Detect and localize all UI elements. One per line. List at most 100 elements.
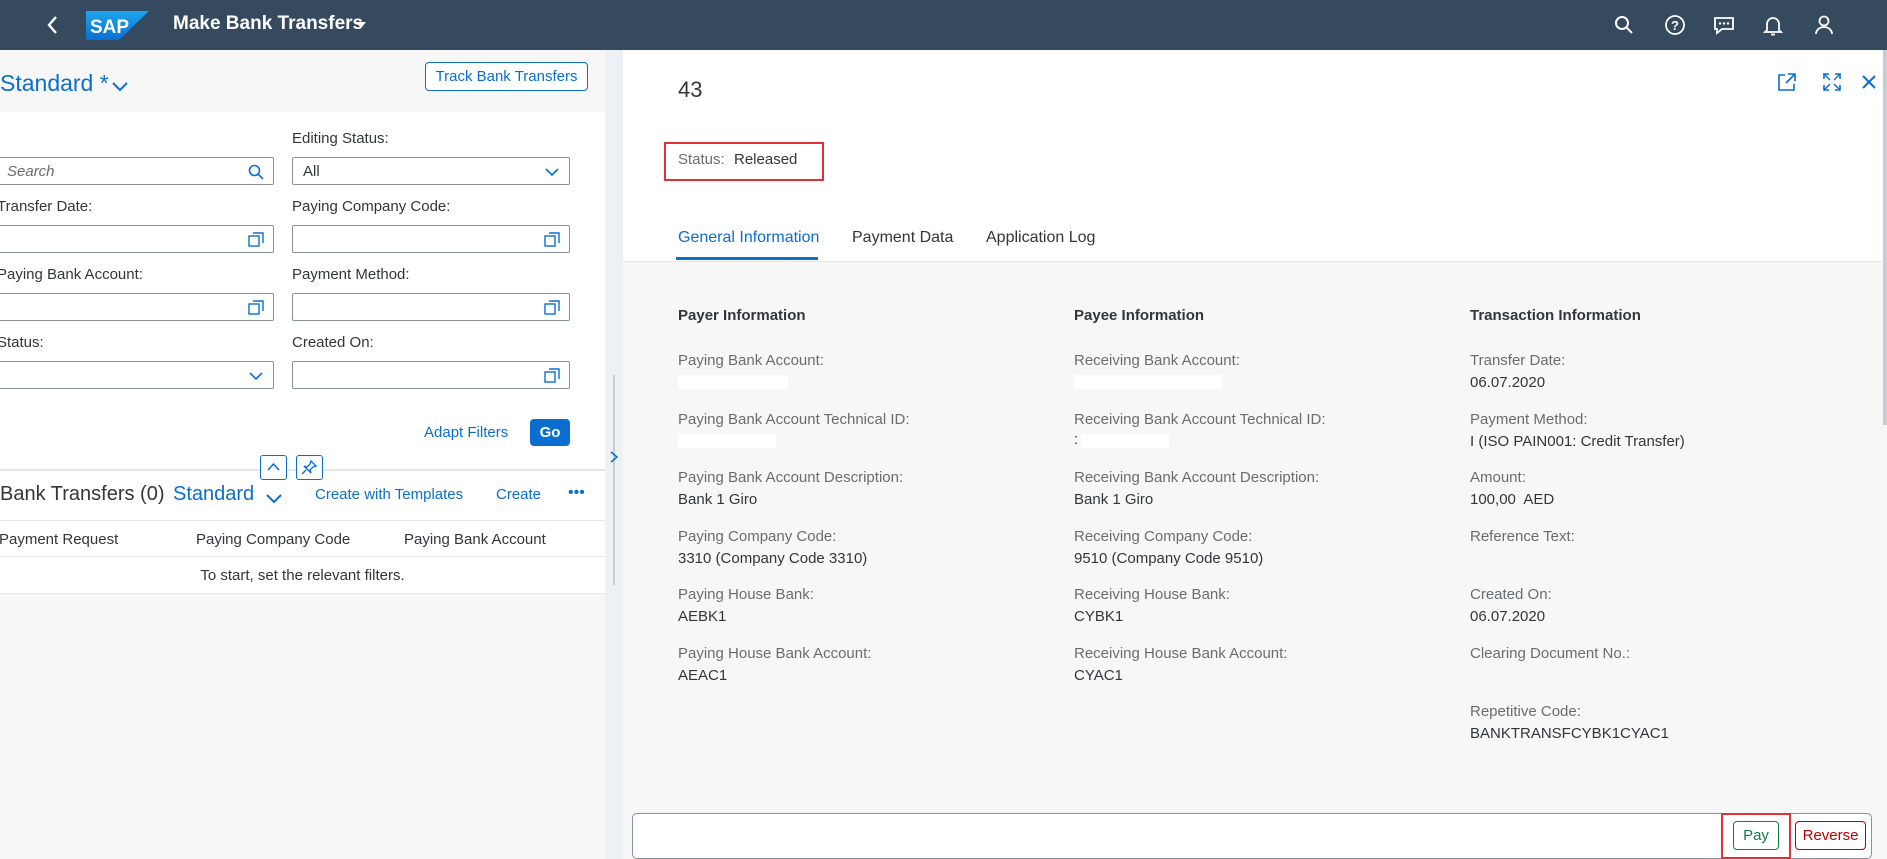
collapse-header-button[interactable]: [260, 455, 287, 480]
value-help-icon[interactable]: [543, 367, 561, 385]
open-in-new-window-icon[interactable]: [1776, 71, 1798, 93]
redacted-value: [1074, 375, 1222, 389]
created-on-label: Created On:: [1470, 586, 1552, 603]
search-icon[interactable]: [1612, 13, 1636, 37]
created-on-label: Created On:: [292, 334, 374, 351]
fullscreen-icon[interactable]: [1821, 71, 1843, 93]
paying-bank-account-description-label: Paying Bank Account Description:: [678, 469, 904, 486]
paying-company-code-field[interactable]: [292, 225, 570, 253]
column-header-paying-bank-account[interactable]: Paying Bank Account: [404, 531, 546, 548]
app-title[interactable]: Make Bank Transfers: [173, 13, 363, 35]
paying-bank-account-label: Paying Bank Account:: [678, 352, 824, 369]
value-help-icon[interactable]: [247, 231, 265, 249]
status-filter-label: Status:: [0, 334, 44, 351]
footer-toolbar: [632, 813, 1872, 859]
notifications-icon[interactable]: [1761, 13, 1785, 37]
amount-label: Amount:: [1470, 469, 1526, 486]
transfer-date-label: Transfer Date:: [0, 198, 93, 215]
paying-house-bank-value: AEBK1: [678, 608, 727, 625]
track-bank-transfers-button[interactable]: Track Bank Transfers: [425, 62, 588, 91]
tab-payment-data[interactable]: Payment Data: [852, 229, 953, 247]
create-with-templates-button[interactable]: Create with Templates: [315, 486, 463, 503]
paying-company-code-label: Paying Company Code:: [678, 528, 837, 545]
receiving-house-bank-account-value: CYAC1: [1074, 667, 1123, 684]
pay-button[interactable]: Pay: [1733, 821, 1779, 850]
shell-bar: SAP Make Bank Transfers ?: [0, 0, 1887, 50]
paying-house-bank-label: Paying House Bank:: [678, 586, 814, 603]
svg-text:SAP: SAP: [90, 17, 129, 38]
payee-section-title: Payee Information: [1074, 307, 1205, 324]
editing-status-select[interactable]: All: [292, 157, 570, 185]
chevron-down-icon[interactable]: [264, 488, 284, 508]
tab-application-log[interactable]: Application Log: [986, 229, 1095, 247]
paying-company-code-label: Paying Company Code:: [292, 198, 451, 215]
pin-header-button[interactable]: [296, 455, 323, 480]
receiving-company-code-label: Receiving Company Code:: [1074, 528, 1253, 545]
help-icon[interactable]: ?: [1663, 13, 1687, 37]
created-on-field[interactable]: [292, 361, 570, 389]
tab-active-indicator: [676, 257, 818, 260]
table-variant[interactable]: Standard: [173, 483, 254, 506]
repetitive-code-label: Repetitive Code:: [1470, 703, 1581, 720]
list-report-panel: Standard * Track Bank Transfers Search E…: [0, 50, 605, 859]
paying-bank-account-field[interactable]: [0, 293, 274, 321]
receiving-bank-account-description-label: Receiving Bank Account Description:: [1074, 469, 1320, 486]
payment-method-field[interactable]: [292, 293, 570, 321]
sap-logo[interactable]: SAP: [86, 11, 149, 40]
paying-bank-account-technical-id-label: Paying Bank Account Technical ID:: [678, 411, 910, 428]
receiving-house-bank-account-label: Receiving House Bank Account:: [1074, 645, 1288, 662]
table-header: Payment Request Paying Company Code Payi…: [0, 520, 605, 557]
transfer-date-field[interactable]: [0, 225, 274, 253]
receiving-bank-account-label: Receiving Bank Account:: [1074, 352, 1240, 369]
receiving-bank-account-technical-id-label: Receiving Bank Account Technical ID:: [1074, 411, 1326, 428]
column-header-payment-request[interactable]: Payment Request: [0, 531, 118, 548]
transfer-date-label: Transfer Date:: [1470, 352, 1566, 369]
receiving-house-bank-label: Receiving House Bank:: [1074, 586, 1230, 603]
paying-house-bank-account-value: AEAC1: [678, 667, 728, 684]
payment-method-label: Payment Method:: [292, 266, 410, 283]
chevron-right-icon[interactable]: [608, 450, 620, 464]
layout-splitter[interactable]: [605, 50, 623, 859]
go-button[interactable]: Go: [530, 419, 570, 446]
more-options-button[interactable]: •••: [568, 484, 585, 502]
splitter-bar[interactable]: [613, 375, 615, 585]
caret-down-icon[interactable]: [354, 18, 368, 32]
value-help-icon[interactable]: [247, 299, 265, 317]
variant-title[interactable]: Standard *: [0, 70, 109, 97]
object-page: 43 Status: Released General Information …: [623, 50, 1887, 859]
pin-icon: [301, 459, 318, 475]
value-help-icon[interactable]: [543, 231, 561, 249]
redacted-value: [678, 375, 788, 389]
chevron-down-icon[interactable]: [543, 163, 561, 181]
reference-text-label: Reference Text:: [1470, 528, 1575, 545]
status-value: Released: [734, 151, 798, 168]
create-button[interactable]: Create: [496, 486, 541, 503]
search-input[interactable]: Search: [0, 157, 274, 185]
table-body: [0, 594, 605, 859]
scrollbar[interactable]: [1883, 50, 1887, 425]
receiving-bank-account-technical-id-value: :: [1074, 431, 1079, 448]
back-icon[interactable]: [42, 13, 64, 37]
paying-bank-account-label: Paying Bank Account:: [0, 266, 143, 283]
value-help-icon[interactable]: [543, 299, 561, 317]
clearing-document-label: Clearing Document No.:: [1470, 645, 1631, 662]
feedback-icon[interactable]: [1712, 13, 1736, 37]
repetitive-code-value: BANKTRANSFCYBK1CYAC1: [1470, 725, 1669, 742]
chevron-down-icon[interactable]: [110, 76, 130, 96]
paying-bank-account-description-value: Bank 1 Giro: [678, 491, 758, 508]
column-header-paying-company-code[interactable]: Paying Company Code: [196, 531, 350, 548]
chevron-down-icon[interactable]: [247, 367, 265, 385]
tab-general-information[interactable]: General Information: [678, 229, 819, 247]
status-select[interactable]: [0, 361, 274, 389]
transfer-date-value: 06.07.2020: [1470, 374, 1546, 391]
close-icon[interactable]: [1858, 71, 1880, 93]
payment-method-value: I (ISO PAIN001: Credit Transfer): [1470, 433, 1685, 450]
search-icon[interactable]: [247, 163, 265, 181]
adapt-filters-button[interactable]: Adapt Filters: [424, 424, 508, 441]
chevron-up-icon: [267, 462, 280, 471]
reverse-button[interactable]: Reverse: [1795, 821, 1866, 850]
receiving-bank-account-description-value: Bank 1 Giro: [1074, 491, 1154, 508]
user-icon[interactable]: [1812, 13, 1836, 37]
receiving-company-code-value: 9510 (Company Code 9510): [1074, 550, 1264, 567]
object-title: 43: [678, 77, 703, 102]
